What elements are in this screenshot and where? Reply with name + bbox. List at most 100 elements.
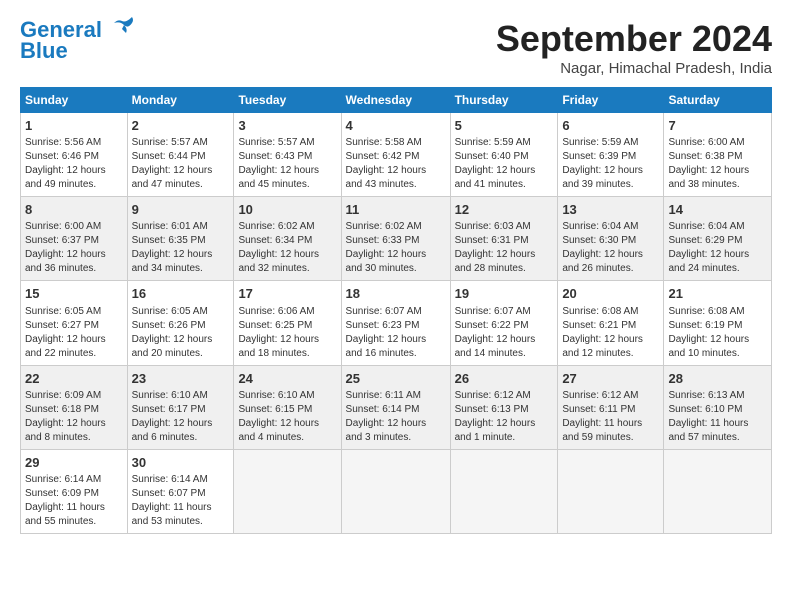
sunset-label: Sunset: 6:30 PM xyxy=(562,235,636,246)
sunset-label: Sunset: 6:09 PM xyxy=(25,488,99,499)
sunset-label: Sunset: 6:42 PM xyxy=(346,151,420,162)
day-number: 15 xyxy=(25,285,123,303)
day-number: 20 xyxy=(562,285,659,303)
sunset-label: Sunset: 6:29 PM xyxy=(668,235,742,246)
daylight-label: Daylight: 12 hours and 41 minutes. xyxy=(455,165,536,190)
daylight-label: Daylight: 12 hours and 24 minutes. xyxy=(668,249,749,274)
daylight-label: Daylight: 11 hours and 57 minutes. xyxy=(668,418,748,443)
day-number: 16 xyxy=(132,285,230,303)
calendar-cell: 2Sunrise: 5:57 AMSunset: 6:44 PMDaylight… xyxy=(127,113,234,197)
day-number: 24 xyxy=(238,370,336,388)
calendar-cell: 10Sunrise: 6:02 AMSunset: 6:34 PMDayligh… xyxy=(234,197,341,281)
calendar-row-5: 29 Sunrise: 6:14 AM Sunset: 6:09 PM Dayligh… xyxy=(21,449,772,533)
sunset-label: Sunset: 6:46 PM xyxy=(25,151,99,162)
calendar-cell: 25Sunrise: 6:11 AMSunset: 6:14 PMDayligh… xyxy=(341,365,450,449)
sunrise-label: Sunrise: 6:00 AM xyxy=(668,137,744,148)
calendar-cell: 4Sunrise: 5:58 AMSunset: 6:42 PMDaylight… xyxy=(341,113,450,197)
daylight-label: Daylight: 12 hours and 34 minutes. xyxy=(132,249,213,274)
header: General Blue September 2024 Nagar, Himac… xyxy=(20,18,772,77)
sunset-label: Sunset: 6:21 PM xyxy=(562,320,636,331)
daylight-label: Daylight: 12 hours and 18 minutes. xyxy=(238,334,319,359)
daylight-label: Daylight: 12 hours and 32 minutes. xyxy=(238,249,319,274)
calendar-cell xyxy=(664,449,772,533)
calendar-cell: 8Sunrise: 6:00 AMSunset: 6:37 PMDaylight… xyxy=(21,197,128,281)
day-number: 12 xyxy=(455,201,554,219)
sunset-label: Sunset: 6:26 PM xyxy=(132,320,206,331)
sunrise-label: Sunrise: 6:03 AM xyxy=(455,221,531,232)
col-monday: Monday xyxy=(127,88,234,113)
sunrise-label: Sunrise: 5:57 AM xyxy=(238,137,314,148)
calendar-cell xyxy=(234,449,341,533)
daylight-label: Daylight: 11 hours and 55 minutes. xyxy=(25,502,105,527)
sunrise-label: Sunrise: 5:56 AM xyxy=(25,137,101,148)
daylight-label: Daylight: 12 hours and 36 minutes. xyxy=(25,249,106,274)
daylight-label: Daylight: 12 hours and 12 minutes. xyxy=(562,334,643,359)
day-number: 8 xyxy=(25,201,123,219)
sunset-label: Sunset: 6:19 PM xyxy=(668,320,742,331)
sunrise-label: Sunrise: 6:13 AM xyxy=(668,390,744,401)
day-number: 4 xyxy=(346,117,446,135)
sunrise-label: Sunrise: 6:07 AM xyxy=(455,306,531,317)
sunrise-label: Sunrise: 6:09 AM xyxy=(25,390,101,401)
daylight-label: Daylight: 12 hours and 45 minutes. xyxy=(238,165,319,190)
sunset-label: Sunset: 6:22 PM xyxy=(455,320,529,331)
day-number: 11 xyxy=(346,201,446,219)
month-title: September 2024 xyxy=(496,18,772,60)
day-number: 3 xyxy=(238,117,336,135)
day-number: 14 xyxy=(668,201,767,219)
sunrise-label: Sunrise: 6:14 AM xyxy=(132,474,208,485)
calendar-cell: 20 Sunrise: 6:08 AM Sunset: 6:21 PM Dayligh… xyxy=(558,281,664,365)
col-saturday: Saturday xyxy=(664,88,772,113)
calendar-cell: 27Sunrise: 6:12 AMSunset: 6:11 PMDayligh… xyxy=(558,365,664,449)
title-block: September 2024 Nagar, Himachal Pradesh, … xyxy=(496,18,772,77)
calendar-cell: 17Sunrise: 6:06 AMSunset: 6:25 PMDayligh… xyxy=(234,281,341,365)
sunrise-label: Sunrise: 6:05 AM xyxy=(25,306,101,317)
sunset-label: Sunset: 6:25 PM xyxy=(238,320,312,331)
calendar-cell: 9Sunrise: 6:01 AMSunset: 6:35 PMDaylight… xyxy=(127,197,234,281)
col-friday: Friday xyxy=(558,88,664,113)
calendar-cell: 24Sunrise: 6:10 AMSunset: 6:15 PMDayligh… xyxy=(234,365,341,449)
sunset-label: Sunset: 6:31 PM xyxy=(455,235,529,246)
sunset-label: Sunset: 6:07 PM xyxy=(132,488,206,499)
sunset-label: Sunset: 6:44 PM xyxy=(132,151,206,162)
calendar-row-3: 15Sunrise: 6:05 AMSunset: 6:27 PMDayligh… xyxy=(21,281,772,365)
calendar-cell: 23Sunrise: 6:10 AMSunset: 6:17 PMDayligh… xyxy=(127,365,234,449)
logo: General Blue xyxy=(20,18,136,64)
daylight-label: Daylight: 12 hours and 39 minutes. xyxy=(562,165,643,190)
sunset-label: Sunset: 6:15 PM xyxy=(238,404,312,415)
sunset-label: Sunset: 6:18 PM xyxy=(25,404,99,415)
day-number: 19 xyxy=(455,285,554,303)
sunrise-label: Sunrise: 6:08 AM xyxy=(562,306,638,317)
calendar-cell: 30Sunrise: 6:14 AMSunset: 6:07 PMDayligh… xyxy=(127,449,234,533)
calendar-cell xyxy=(450,449,558,533)
sunset-label: Sunset: 6:38 PM xyxy=(668,151,742,162)
calendar-table: Sunday Monday Tuesday Wednesday Thursday… xyxy=(20,87,772,534)
sunset-label: Sunset: 6:13 PM xyxy=(455,404,529,415)
sunrise-label: Sunrise: 6:14 AM xyxy=(25,474,101,485)
daylight-label: Daylight: 12 hours and 26 minutes. xyxy=(562,249,643,274)
day-number: 7 xyxy=(668,117,767,135)
daylight-label: Daylight: 12 hours and 43 minutes. xyxy=(346,165,427,190)
sunrise-label: Sunrise: 6:05 AM xyxy=(132,306,208,317)
day-number: 18 xyxy=(346,285,446,303)
day-number: 13 xyxy=(562,201,659,219)
calendar-cell: 14Sunrise: 6:04 AMSunset: 6:29 PMDayligh… xyxy=(664,197,772,281)
sunrise-label: Sunrise: 6:02 AM xyxy=(238,221,314,232)
sunrise-label: Sunrise: 6:12 AM xyxy=(455,390,531,401)
sunset-label: Sunset: 6:40 PM xyxy=(455,151,529,162)
calendar-cell: 21Sunrise: 6:08 AMSunset: 6:19 PMDayligh… xyxy=(664,281,772,365)
col-wednesday: Wednesday xyxy=(341,88,450,113)
day-number: 22 xyxy=(25,370,123,388)
calendar-cell: 6Sunrise: 5:59 AMSunset: 6:39 PMDaylight… xyxy=(558,113,664,197)
calendar-row-2: 8Sunrise: 6:00 AMSunset: 6:37 PMDaylight… xyxy=(21,197,772,281)
day-number: 23 xyxy=(132,370,230,388)
calendar-cell: 13Sunrise: 6:04 AMSunset: 6:30 PMDayligh… xyxy=(558,197,664,281)
calendar-cell xyxy=(341,449,450,533)
daylight-label: Daylight: 12 hours and 3 minutes. xyxy=(346,418,427,443)
day-number: 21 xyxy=(668,285,767,303)
calendar-cell: 7Sunrise: 6:00 AMSunset: 6:38 PMDaylight… xyxy=(664,113,772,197)
col-thursday: Thursday xyxy=(450,88,558,113)
daylight-label: Daylight: 12 hours and 10 minutes. xyxy=(668,334,749,359)
calendar-row-4: 22 Sunrise: 6:09 AM Sunset: 6:18 PM Dayligh… xyxy=(21,365,772,449)
day-number: 29 xyxy=(25,454,123,472)
